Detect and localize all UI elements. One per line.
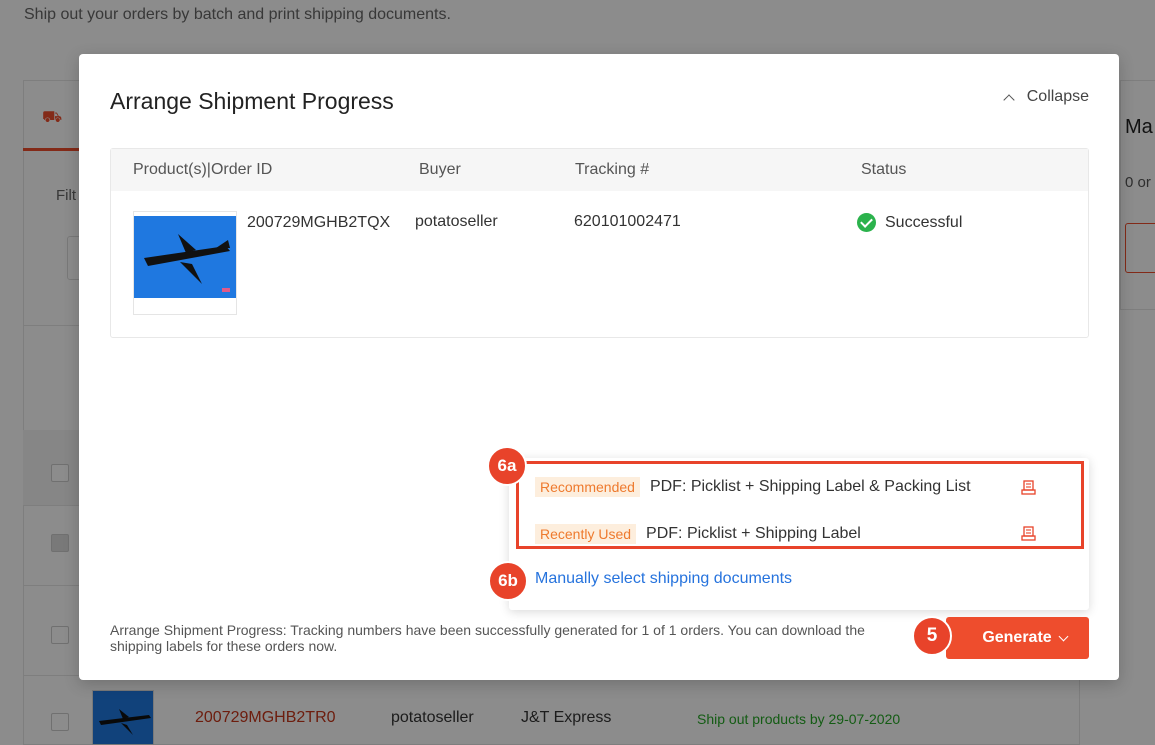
collapse-label: Collapse [1026, 88, 1089, 105]
option-picklist-label-packing[interactable]: Recommended PDF: Picklist + Shipping Lab… [535, 477, 971, 497]
table-header: Product(s)|Order ID Buyer Tracking # Sta… [111, 149, 1088, 191]
column-header-tracking: Tracking # [575, 161, 650, 178]
step-marker-6b: 6b [488, 561, 528, 601]
option-label: PDF: Picklist + Shipping Label [646, 525, 861, 542]
step-marker-5: 5 [912, 616, 952, 656]
modal-title: Arrange Shipment Progress [110, 88, 394, 114]
manual-select-documents-link[interactable]: Manually select shipping documents [535, 570, 792, 588]
status-cell: Successful [857, 213, 962, 232]
column-header-buyer: Buyer [419, 161, 461, 178]
printer-icon[interactable] [1021, 480, 1036, 495]
column-header-product-order: Product(s)|Order ID [133, 161, 273, 178]
collapse-button[interactable]: Collapse [1003, 88, 1089, 106]
generate-button[interactable]: Generate [946, 617, 1089, 659]
tracking-number: 620101002471 [574, 213, 681, 230]
chevron-up-icon [1003, 93, 1015, 106]
chevron-down-icon [1058, 631, 1069, 641]
generate-label: Generate [982, 629, 1052, 646]
product-thumbnail [133, 211, 237, 315]
column-header-status: Status [861, 161, 907, 178]
recommended-tag: Recommended [535, 477, 640, 497]
option-label: PDF: Picklist + Shipping Label & Packing… [649, 478, 971, 495]
check-circle-icon [857, 213, 876, 232]
shipment-progress-table: Product(s)|Order ID Buyer Tracking # Sta… [110, 148, 1089, 338]
recently-used-tag: Recently Used [535, 524, 637, 544]
step-marker-6a: 6a [487, 446, 527, 486]
printer-icon[interactable] [1021, 526, 1036, 541]
order-id: 200729MGHB2TQX [247, 214, 391, 231]
buyer-name: potatoseller [415, 213, 498, 230]
arrange-shipment-modal: Arrange Shipment Progress Collapse Produ… [79, 54, 1119, 680]
airplane-image [134, 216, 236, 298]
footer-message: Arrange Shipment Progress: Tracking numb… [110, 622, 865, 654]
option-picklist-label[interactable]: Recently Used PDF: Picklist + Shipping L… [535, 524, 861, 544]
table-row: 200729MGHB2TQX potatoseller 620101002471… [111, 191, 1088, 337]
status-text: Successful [885, 213, 963, 231]
